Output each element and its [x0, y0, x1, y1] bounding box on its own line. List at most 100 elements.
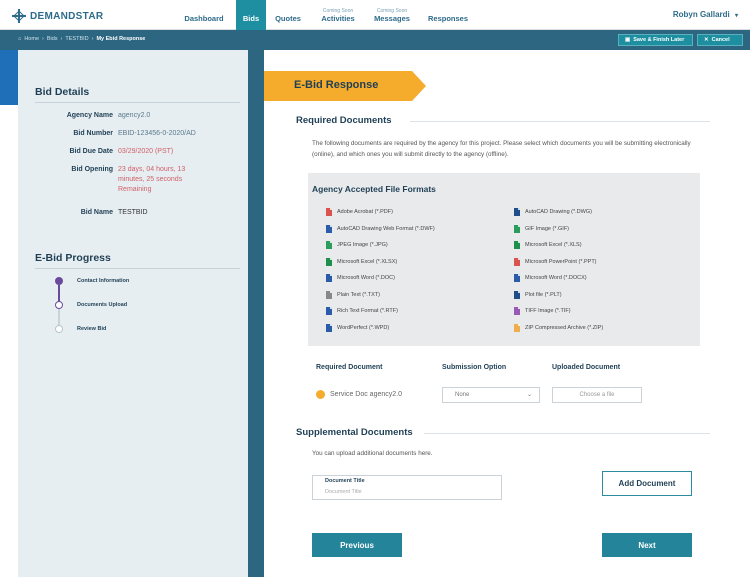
breadcrumb-bid[interactable]: TESTBID [65, 36, 88, 42]
file-format-label: GIF Image (*.GIF) [525, 225, 570, 232]
file-type-icon [514, 241, 520, 249]
ebid-progress-title: E-Bid Progress [35, 252, 111, 264]
brand-name: DEMANDSTAR [30, 10, 104, 22]
breadcrumb-bids[interactable]: Bids [47, 36, 58, 42]
chevron-down-icon: ▾ [734, 13, 738, 19]
previous-button[interactable]: Previous [312, 533, 402, 557]
document-title-label: Document Title [325, 478, 365, 484]
page-title: E-Bid Response [294, 79, 379, 91]
col-submission-option: Submission Option [442, 364, 507, 371]
document-title-placeholder: Document Title [325, 489, 362, 495]
nav-quotes-label: Quotes [275, 14, 301, 23]
nav-activities-label: Activities [321, 14, 355, 23]
file-format-label: Microsoft Excel (*.XLSX) [337, 258, 398, 265]
file-format-label: AutoCAD Drawing (*.DWG) [525, 209, 592, 215]
step-current-icon [55, 301, 63, 309]
nav-dashboard-label: Dashboard [184, 14, 224, 23]
file-format-item: Adobe Acrobat (*.PDF) [326, 208, 393, 216]
step-documents-upload[interactable]: Documents Upload [55, 301, 127, 309]
breadcrumb-separator: › [42, 36, 44, 42]
breadcrumb: ⌂ Home › Bids › TESTBID › My Ebid Respon… [18, 36, 145, 42]
nav-responses[interactable]: Responses [421, 0, 475, 30]
nav-messages[interactable]: Coming Soon Messages [367, 0, 417, 30]
save-finish-later-button[interactable]: ▣ Save & Finish Later [618, 34, 693, 46]
accepted-formats-panel: Agency Accepted File Formats Adobe Acrob… [308, 173, 700, 346]
breadcrumb-separator: › [91, 36, 94, 42]
step-label: Review Bid [77, 326, 107, 332]
file-format-label: WordPerfect (*.WPD) [337, 324, 390, 331]
logo-icon [12, 9, 26, 23]
divider [424, 433, 710, 434]
choose-file-button[interactable]: Choose a file [552, 387, 642, 403]
nav-quotes[interactable]: Quotes [270, 0, 306, 30]
bid-name-label: Bid Name [80, 209, 113, 216]
bid-due-date-label: Bid Due Date [69, 148, 113, 155]
bid-details-title: Bid Details [35, 86, 90, 98]
save-icon: ▣ [625, 37, 631, 43]
file-format-item: Rich Text Format (*.RTF) [326, 307, 398, 315]
file-type-icon [326, 323, 332, 332]
cancel-label: Cancel [711, 37, 730, 43]
step-pending-icon [55, 325, 63, 333]
file-format-item: Microsoft Excel (*.XLS) [514, 241, 582, 249]
file-type-icon [514, 274, 520, 282]
required-documents-title: Required Documents [296, 115, 392, 126]
bid-due-date-value: 03/29/2020 (PST) [118, 148, 174, 155]
breadcrumb-current: My Ebid Response [96, 36, 146, 42]
user-menu[interactable]: Robyn Gallardi ▾ [673, 10, 738, 19]
main-content: E-Bid Response Required Documents The fo… [264, 50, 750, 577]
divider [410, 121, 710, 122]
file-format-label: Plain Text (*.TXT) [337, 291, 380, 298]
sub-bar: ⌂ Home › Bids › TESTBID › My Ebid Respon… [0, 30, 750, 50]
divider [35, 102, 240, 103]
submission-option-value: None [455, 392, 470, 398]
nav-responses-label: Responses [427, 14, 469, 23]
page-title-ribbon: E-Bid Response [264, 71, 426, 101]
file-format-item: WordPerfect (*.WPD) [326, 323, 390, 332]
bid-opening-label: Bid Opening [71, 166, 113, 173]
brand-logo[interactable]: DEMANDSTAR [12, 9, 103, 23]
file-type-icon [326, 307, 332, 315]
col-uploaded-document: Uploaded Document [552, 364, 621, 371]
file-format-item: Plain Text (*.TXT) [326, 290, 380, 299]
required-doc-name: Service Doc agency2.0 [330, 391, 402, 398]
accepted-formats-title: Agency Accepted File Formats [312, 184, 436, 194]
document-title-field[interactable]: Document Title Document Title [312, 475, 502, 500]
nav-activities[interactable]: Coming Soon Activities [313, 0, 363, 30]
supplemental-intro-text: You can upload additional documents here… [312, 450, 433, 457]
file-type-icon [514, 257, 520, 266]
file-format-label: AutoCAD Drawing Web Format (*.DWF) [337, 225, 435, 232]
step-review-bid[interactable]: Review Bid [55, 325, 106, 333]
cancel-button[interactable]: ✕ Cancel [697, 34, 743, 46]
nav-bids[interactable]: Bids [236, 0, 266, 30]
file-format-item: Microsoft Word (*.DOC) [326, 274, 395, 282]
bid-number-label: Bid Number [73, 130, 113, 137]
required-intro-text: The following documents are required by … [312, 140, 691, 158]
breadcrumb-home[interactable]: Home [24, 36, 39, 42]
file-type-icon [326, 274, 332, 282]
left-accent-bar [0, 50, 18, 105]
nav-dashboard[interactable]: Dashboard [176, 0, 232, 30]
file-format-label: Microsoft Excel (*.XLS) [525, 242, 582, 248]
agency-name-value: agency2.0 [118, 112, 151, 119]
file-type-icon [514, 208, 520, 216]
file-format-label: Rich Text Format (*.RTF) [337, 308, 398, 314]
user-name: Robyn Gallardi [672, 10, 730, 19]
bid-number-value: EBID-123456-0-2020/AD [118, 130, 196, 137]
step-contact-information[interactable]: Contact Information [55, 277, 129, 285]
add-document-button[interactable]: Add Document [602, 471, 692, 496]
submission-option-select[interactable]: None ⌄ [442, 387, 540, 403]
file-format-item: AutoCAD Drawing (*.DWG) [514, 208, 592, 216]
home-icon: ⌂ [18, 36, 22, 42]
supplemental-documents-title: Supplemental Documents [296, 427, 413, 438]
file-format-label: JPEG Image (*.JPG) [337, 242, 388, 248]
step-complete-icon [55, 277, 63, 285]
file-type-icon [326, 290, 332, 299]
file-format-label: ZIP Compressed Archive (*.ZIP) [525, 324, 604, 331]
step-label: Documents Upload [77, 302, 128, 308]
file-format-item: TIFF Image (*.TIF) [514, 307, 571, 315]
file-format-label: Microsoft Word (*.DOCX) [525, 275, 587, 281]
file-format-item: Plot file (*.PLT) [514, 290, 562, 299]
file-type-icon [326, 257, 332, 266]
next-button[interactable]: Next [602, 533, 692, 557]
